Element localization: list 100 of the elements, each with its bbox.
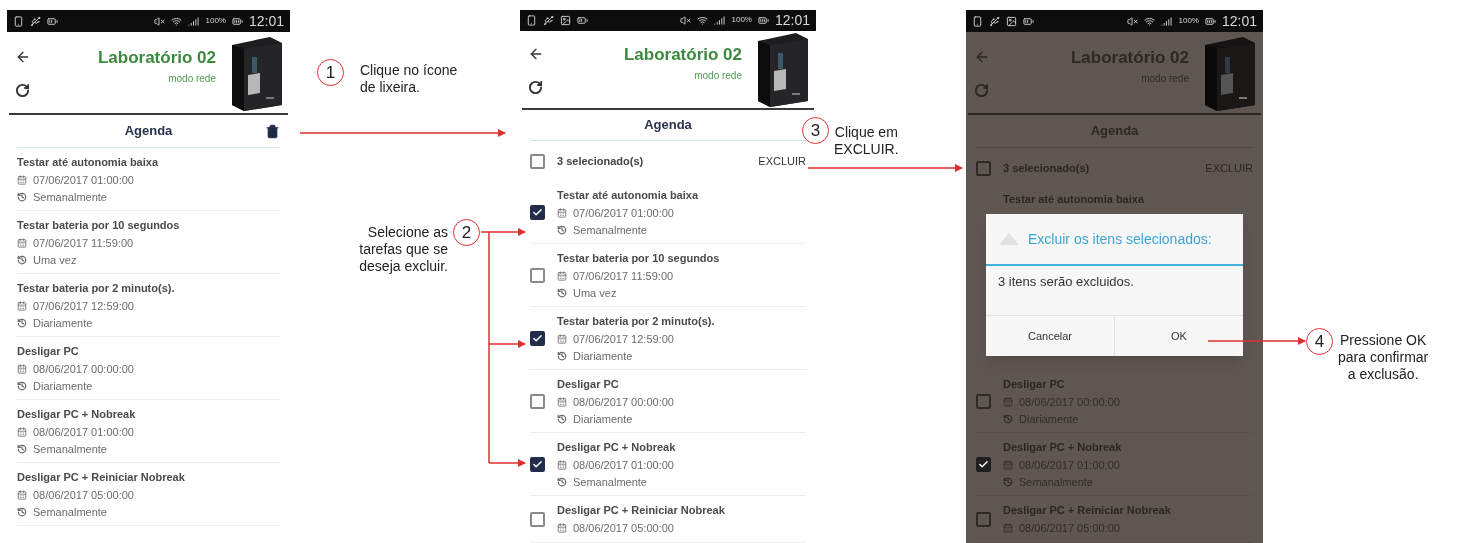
back-button[interactable] — [15, 49, 31, 65]
wifi-icon — [697, 14, 709, 26]
battery-icon — [1204, 15, 1216, 27]
checkbox[interactable] — [530, 153, 545, 169]
usb-icon — [989, 15, 1000, 27]
task-date: 08/06/2017 00:00:00 — [33, 361, 134, 377]
arrow — [488, 340, 526, 348]
task-date: 07/06/2017 01:00:00 — [573, 205, 674, 221]
dialog-button[interactable]: Cancelar — [986, 316, 1114, 356]
calendar-icon — [17, 490, 27, 500]
checkmark-icon — [978, 458, 989, 470]
checkbox[interactable] — [530, 204, 545, 220]
task-date: 07/06/2017 12:59:00 — [573, 331, 674, 347]
dialog-message: 3 itens serão excluidos. — [998, 273, 1134, 291]
task-repeat: Uma vez — [573, 285, 617, 301]
task-title: Desligar PC + Reiniciar Nobreak — [17, 470, 185, 485]
wifi-icon — [1144, 15, 1156, 27]
calendar-icon — [17, 175, 27, 185]
calendar-icon — [1003, 397, 1013, 407]
task-repeat: Semanalmente — [573, 474, 647, 490]
checkbox[interactable] — [530, 456, 545, 472]
dialog-title: Excluir os itens selecionados: — [1028, 229, 1212, 249]
checkbox[interactable] — [530, 393, 545, 409]
task-repeat: Diariamente — [33, 378, 93, 394]
delete-button[interactable] — [265, 123, 280, 139]
mute-icon — [1127, 15, 1139, 27]
refresh-button[interactable] — [528, 79, 544, 95]
task-title: Testar bateria por 10 segundos — [17, 218, 180, 233]
battery-percent: 100% — [731, 14, 752, 27]
image-icon — [560, 14, 571, 26]
task-repeat: Uma vez — [33, 252, 77, 268]
mute-icon — [680, 14, 692, 26]
battery-icon — [757, 14, 769, 26]
checkbox[interactable] — [976, 456, 991, 472]
step-number: 1 — [317, 59, 344, 86]
battery-icon — [231, 15, 243, 27]
task-date: 08/06/2017 00:00:00 — [573, 394, 674, 410]
calendar-icon — [557, 271, 567, 281]
task-date: 08/06/2017 01:00:00 — [573, 457, 674, 473]
checkbox[interactable] — [530, 330, 545, 346]
device-icon — [972, 15, 983, 27]
clock-time: 12:01 — [1221, 14, 1257, 28]
repeat-clock-icon — [17, 255, 27, 265]
repeat-clock-icon — [557, 414, 567, 424]
section-title: Agenda — [124, 122, 173, 141]
checkmark-icon — [532, 206, 543, 218]
usb-icon — [543, 14, 554, 26]
calendar-icon — [557, 523, 567, 533]
task-date: 08/06/2017 05:00:00 — [573, 520, 674, 536]
step-instruction: Selecione as tarefas que se deseja excluir. — [359, 224, 448, 275]
task-title: Testar bateria por 2 minuto(s). — [557, 314, 715, 329]
task-repeat: Semanalmente — [33, 189, 107, 205]
task-title: Desligar PC + Nobreak — [17, 407, 136, 422]
checkbox[interactable] — [976, 393, 991, 409]
selection-count: 3 selecionado(s) — [557, 153, 645, 169]
step-instruction: Clique no ícone de lixeira. — [360, 62, 458, 96]
calendar-icon — [1003, 523, 1013, 533]
clock-time: 12:01 — [774, 13, 810, 28]
wifi-icon — [171, 15, 183, 27]
usb-icon — [30, 15, 41, 27]
step-number: 4 — [1306, 328, 1333, 355]
task-title: Testar bateria por 10 segundos — [557, 251, 720, 266]
task-date: 07/06/2017 12:59:00 — [33, 298, 134, 314]
battery-saver-icon — [1023, 15, 1034, 27]
task-repeat: Diariamente — [33, 315, 93, 331]
repeat-clock-icon — [557, 351, 567, 361]
checkbox[interactable] — [530, 511, 545, 527]
calendar-icon — [557, 334, 567, 344]
step-instruction: Clique em EXCLUIR. — [834, 124, 899, 158]
task-repeat: Semanalmente — [33, 504, 107, 520]
repeat-clock-icon — [557, 288, 567, 298]
checkbox[interactable] — [976, 511, 991, 527]
task-date: 07/06/2017 11:59:00 — [33, 235, 134, 251]
task-title: Testar bateria por 2 minuto(s). — [17, 281, 175, 296]
task-repeat: Diariamente — [573, 411, 633, 427]
clock-time: 12:01 — [248, 14, 284, 28]
device-title: Laboratório 02 — [623, 44, 742, 66]
signal-icon — [1161, 15, 1173, 27]
dialog-button[interactable]: OK — [1114, 316, 1243, 356]
task-title: Desligar PC — [17, 344, 80, 359]
checkbox[interactable] — [530, 267, 545, 283]
task-title: Desligar PC — [557, 377, 620, 392]
delete-action[interactable]: EXCLUIR — [758, 152, 806, 170]
arrow — [488, 459, 526, 467]
checkbox[interactable] — [976, 160, 991, 176]
task-date: 08/06/2017 05:00:00 — [33, 487, 134, 503]
calendar-icon — [1003, 460, 1013, 470]
signal-icon — [188, 15, 200, 27]
mute-icon — [154, 15, 166, 27]
calendar-icon — [17, 364, 27, 374]
repeat-clock-icon — [557, 477, 567, 487]
section-title: Agenda — [644, 116, 692, 135]
repeat-clock-icon — [1003, 414, 1013, 424]
repeat-clock-icon — [1003, 477, 1013, 487]
task-date: 07/06/2017 01:00:00 — [33, 172, 134, 188]
checkmark-icon — [532, 332, 543, 344]
step-number: 2 — [453, 219, 480, 246]
task-repeat: Semanalmente — [33, 441, 107, 457]
device-mode: modo rede — [694, 68, 742, 83]
refresh-button[interactable] — [15, 83, 31, 98]
